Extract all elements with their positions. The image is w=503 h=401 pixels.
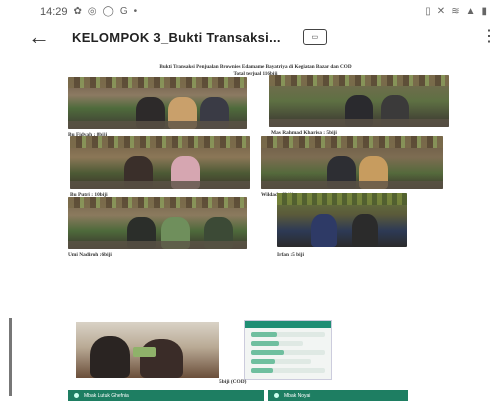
- battery-icon: ▮: [481, 6, 487, 17]
- status-time: 14:29: [40, 6, 68, 18]
- wifi-icon: ≋: [451, 6, 460, 17]
- caption-umi-nadiroh: Umi Nadiroh :6biji: [68, 252, 112, 258]
- photo-umi-nadiroh: [68, 197, 247, 249]
- photo-wildad: [261, 136, 443, 189]
- photo-cod: [76, 322, 219, 378]
- chat-header-bar-1: Mbak Lutuk Ghefnia: [68, 390, 264, 401]
- mute-icon: ✕: [436, 6, 446, 17]
- whatsapp-icon: ◯: [102, 6, 114, 17]
- more-vert-icon[interactable]: ⋮: [481, 29, 497, 45]
- signal-icon: ▲: [465, 6, 476, 17]
- chat-header-bar-2: Mbak Noyai: [268, 390, 408, 401]
- photo-mas-rahmad: [269, 75, 449, 127]
- app-bar: ← KELOMPOK 3_Bukti Transaksi... ▭ ⋮: [0, 22, 503, 52]
- settings-icon: ✿: [73, 6, 82, 17]
- avatar: [274, 393, 279, 398]
- back-arrow-icon[interactable]: ←: [28, 26, 72, 48]
- photo-bu-fidyah: [68, 77, 247, 129]
- pdf-page-1[interactable]: Bukti Transaksi Penjualan Brownies Edama…: [58, 58, 453, 288]
- scroll-indicator[interactable]: [9, 318, 12, 396]
- google-icon: G: [119, 6, 128, 17]
- caption-irfan: Irfan :5 biji: [277, 252, 304, 258]
- status-left: 14:29 ✿ ◎ ◯ G •: [40, 6, 137, 18]
- chat-header-name-2: Mbak Noyai: [284, 392, 311, 399]
- chat-header-name-1: Mbak Lutuk Ghefnia: [84, 392, 129, 399]
- chat-screenshot: [244, 320, 332, 380]
- photo-irfan: [277, 193, 407, 247]
- avatar: [74, 393, 79, 398]
- status-right: ▯ ✕ ≋ ▲ ▮: [425, 7, 487, 17]
- dot-icon: •: [133, 6, 138, 17]
- vibrate-icon: ▯: [425, 6, 431, 17]
- caption-cod: 5biji (COD): [219, 379, 247, 385]
- status-bar: 14:29 ✿ ◎ ◯ G • ▯ ✕ ≋ ▲ ▮: [0, 0, 503, 24]
- instagram-icon: ◎: [87, 6, 97, 17]
- reading-mode-icon[interactable]: ▭: [302, 29, 327, 45]
- photo-bu-putri: [70, 136, 250, 189]
- document-title: KELOMPOK 3_Bukti Transaksi...: [72, 29, 281, 45]
